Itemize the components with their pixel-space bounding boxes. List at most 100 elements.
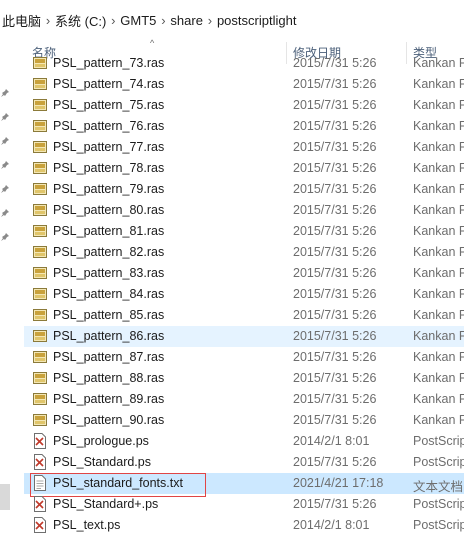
ras-icon <box>33 265 47 281</box>
navigation-pane <box>0 38 24 540</box>
file-row[interactable]: PSL_pattern_85.ras 2015/7/31 5:26 Kankan F <box>24 305 464 326</box>
file-name: PSL_text.ps <box>53 518 121 532</box>
file-modified-date: 2015/7/31 5:26 <box>293 182 377 196</box>
file-row[interactable]: PSL_pattern_75.ras 2015/7/31 5:26 Kankan F <box>24 95 464 116</box>
ras-icon <box>33 244 47 260</box>
file-row[interactable]: PSL_pattern_86.ras 2015/7/31 5:26 Kankan F <box>24 326 464 347</box>
file-name: PSL_pattern_79.ras <box>53 182 165 196</box>
ras-icon <box>33 202 47 218</box>
file-type: Kankan F <box>413 413 464 427</box>
file-type: Kankan F <box>413 77 464 91</box>
file-type: Kankan F <box>413 371 464 385</box>
chevron-right-icon[interactable]: › <box>106 13 120 28</box>
file-type: PostScrip <box>413 497 464 511</box>
crumb-this-pc[interactable]: 此电脑 <box>2 11 41 30</box>
pin-icon[interactable] <box>0 112 10 122</box>
file-modified-date: 2015/7/31 5:26 <box>293 413 377 427</box>
file-type: Kankan F <box>413 119 464 133</box>
ras-icon <box>33 412 47 428</box>
chevron-right-icon[interactable]: › <box>156 13 170 28</box>
file-type: Kankan F <box>413 161 464 175</box>
file-row[interactable]: PSL_prologue.ps 2014/2/1 8:01 PostScrip <box>24 431 464 452</box>
file-modified-date: 2015/7/31 5:26 <box>293 161 377 175</box>
file-name: PSL_pattern_90.ras <box>53 413 165 427</box>
file-type: PostScrip <box>413 455 464 469</box>
file-row[interactable]: PSL_Standard.ps 2015/7/31 5:26 PostScrip <box>24 452 464 473</box>
file-type: PostScrip <box>413 518 464 532</box>
file-name: PSL_pattern_85.ras <box>53 308 165 322</box>
crumb-gmt5[interactable]: GMT5 <box>120 13 156 28</box>
file-modified-date: 2015/7/31 5:26 <box>293 203 377 217</box>
file-type: Kankan F <box>413 245 464 259</box>
ras-icon <box>33 349 47 365</box>
crumb-system-c[interactable]: 系统 (C:) <box>55 11 106 30</box>
file-name: PSL_prologue.ps <box>53 434 149 448</box>
file-type: PostScrip <box>413 434 464 448</box>
file-row[interactable]: PSL_pattern_76.ras 2015/7/31 5:26 Kankan F <box>24 116 464 137</box>
file-modified-date: 2021/4/21 17:18 <box>293 476 384 490</box>
file-name: PSL_pattern_80.ras <box>53 203 165 217</box>
file-row[interactable]: PSL_standard_fonts.txt 2021/4/21 17:18 文本文… <box>24 473 464 497</box>
file-row[interactable]: PSL_pattern_87.ras 2015/7/31 5:26 Kankan F <box>24 347 464 368</box>
file-type: Kankan F <box>413 182 464 196</box>
file-name: PSL_pattern_84.ras <box>53 287 165 301</box>
file-list: PSL_pattern_73.ras 2015/7/31 5:26 Kankan F… <box>24 56 464 540</box>
file-type: Kankan F <box>413 392 464 406</box>
ras-icon <box>33 118 47 134</box>
ps-icon <box>33 496 47 512</box>
file-name: PSL_pattern_88.ras <box>53 371 165 385</box>
file-name: PSL_pattern_74.ras <box>53 77 165 91</box>
ras-icon <box>33 181 47 197</box>
file-type: Kankan F <box>413 224 464 238</box>
file-row[interactable]: PSL_pattern_90.ras 2015/7/31 5:26 Kankan F <box>24 410 464 431</box>
pin-icon[interactable] <box>0 184 10 194</box>
file-type: Kankan F <box>413 329 464 343</box>
txt-icon <box>33 475 47 491</box>
pin-icon[interactable] <box>0 232 10 242</box>
file-modified-date: 2015/7/31 5:26 <box>293 308 377 322</box>
nav-scrollbar-thumb[interactable] <box>0 484 10 510</box>
file-type: 文本文档 <box>413 480 464 494</box>
pin-icon[interactable] <box>0 136 10 146</box>
file-modified-date: 2015/7/31 5:26 <box>293 497 377 511</box>
crumb-share[interactable]: share <box>170 13 203 28</box>
file-row[interactable]: PSL_text.ps 2014/2/1 8:01 PostScrip <box>24 515 464 536</box>
file-name: PSL_Standard.ps <box>53 455 151 469</box>
file-row[interactable]: PSL_Standard+.ps 2015/7/31 5:26 PostScrip <box>24 494 464 515</box>
file-name: PSL_Standard+.ps <box>53 497 159 511</box>
file-row[interactable]: PSL_pattern_89.ras 2015/7/31 5:26 Kankan F <box>24 389 464 410</box>
file-name: PSL_pattern_76.ras <box>53 119 165 133</box>
file-name: PSL_pattern_82.ras <box>53 245 165 259</box>
file-type: Kankan F <box>413 98 464 112</box>
file-row[interactable]: PSL_pattern_88.ras 2015/7/31 5:26 Kankan F <box>24 368 464 389</box>
chevron-right-icon[interactable]: › <box>41 13 55 28</box>
address-bar[interactable]: 此电脑 › 系统 (C:) › GMT5 › share › postscrip… <box>0 0 464 39</box>
file-name: PSL_pattern_81.ras <box>53 224 165 238</box>
file-row[interactable]: PSL_pattern_81.ras 2015/7/31 5:26 Kankan F <box>24 221 464 242</box>
ras-icon <box>33 307 47 323</box>
file-type: Kankan F <box>413 203 464 217</box>
pin-icon[interactable] <box>0 88 10 98</box>
file-row[interactable]: PSL_pattern_83.ras 2015/7/31 5:26 Kankan F <box>24 263 464 284</box>
file-row[interactable]: PSL_pattern_84.ras 2015/7/31 5:26 Kankan F <box>24 284 464 305</box>
file-row[interactable]: PSL_pattern_79.ras 2015/7/31 5:26 Kankan F <box>24 179 464 200</box>
file-row[interactable]: PSL_pattern_78.ras 2015/7/31 5:26 Kankan F <box>24 158 464 179</box>
file-row[interactable]: PSL_pattern_74.ras 2015/7/31 5:26 Kankan F <box>24 74 464 95</box>
crumb-postscriptlight[interactable]: postscriptlight <box>217 13 296 28</box>
file-modified-date: 2014/2/1 8:01 <box>293 518 370 532</box>
file-row[interactable]: PSL_pattern_80.ras 2015/7/31 5:26 Kankan F <box>24 200 464 221</box>
file-name: PSL_pattern_87.ras <box>53 350 165 364</box>
file-name: PSL_pattern_86.ras <box>53 329 165 343</box>
file-modified-date: 2014/2/1 8:01 <box>293 434 370 448</box>
ps-icon <box>33 517 47 533</box>
file-modified-date: 2015/7/31 5:26 <box>293 140 377 154</box>
ras-icon <box>33 223 47 239</box>
pin-icon[interactable] <box>0 160 10 170</box>
file-type: Kankan F <box>413 308 464 322</box>
file-modified-date: 2015/7/31 5:26 <box>293 224 377 238</box>
pin-icon[interactable] <box>0 208 10 218</box>
file-row[interactable]: PSL_pattern_73.ras 2015/7/31 5:26 Kankan F <box>24 53 464 74</box>
file-row[interactable]: PSL_pattern_77.ras 2015/7/31 5:26 Kankan F <box>24 137 464 158</box>
file-row[interactable]: PSL_pattern_82.ras 2015/7/31 5:26 Kankan F <box>24 242 464 263</box>
chevron-right-icon[interactable]: › <box>203 13 217 28</box>
